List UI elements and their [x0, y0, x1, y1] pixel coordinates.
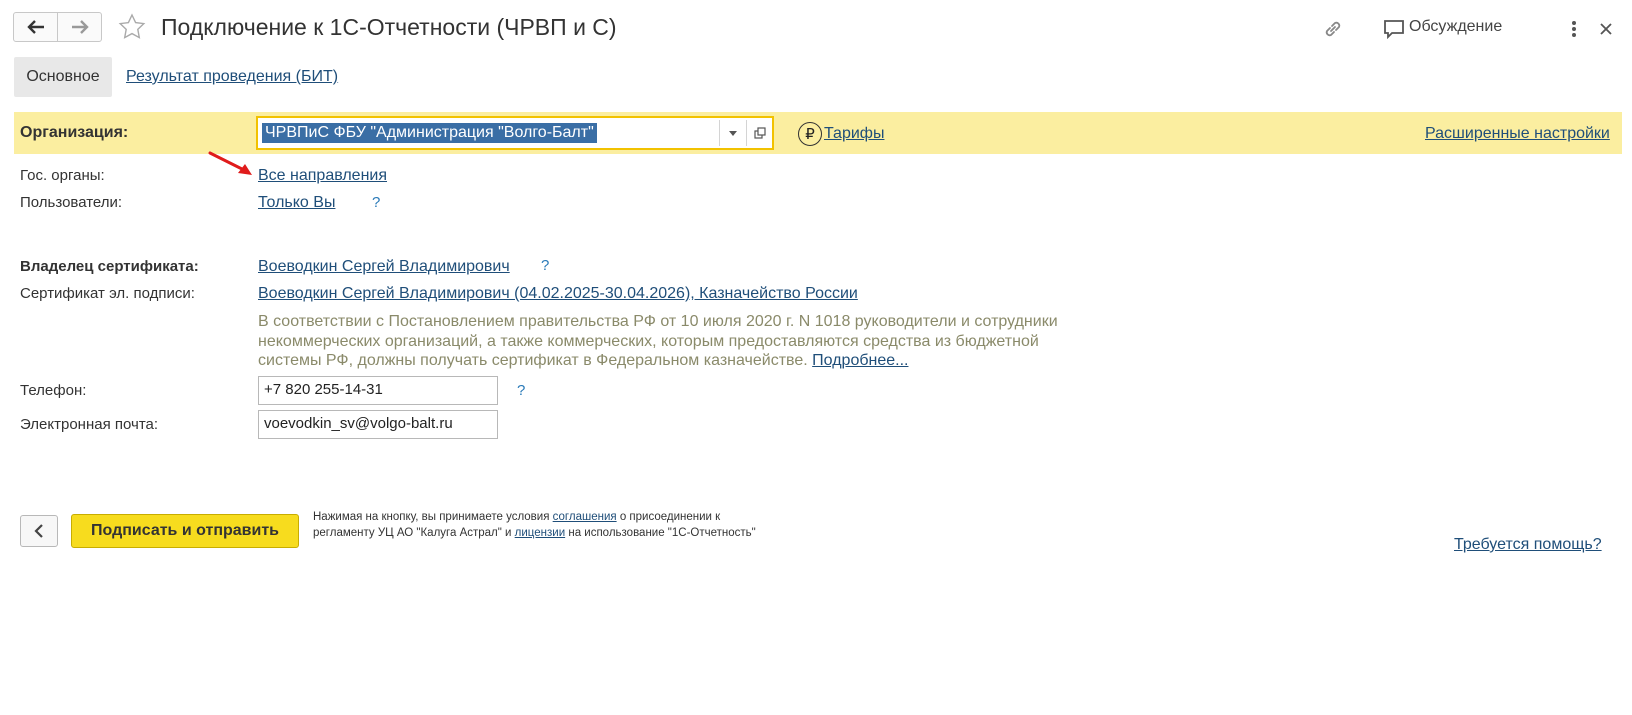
tariffs-link-wrap[interactable]: ₽ Тарифы — [798, 122, 884, 146]
organization-value[interactable]: ЧРВПиС ФБУ "Администрация "Волго-Балт" — [262, 123, 597, 143]
organization-dropdown-button[interactable] — [720, 118, 746, 148]
more-vertical-icon — [1572, 21, 1576, 37]
open-icon — [754, 127, 766, 139]
close-icon — [1600, 23, 1612, 35]
forward-nav-button[interactable] — [57, 13, 101, 41]
close-button[interactable] — [1596, 19, 1616, 39]
gov-bodies-label: Гос. органы: — [20, 167, 105, 184]
cert-owner-link[interactable]: Воеводкин Сергей Владимирович — [258, 258, 510, 276]
sign-and-send-button[interactable]: Подписать и отправить — [71, 514, 299, 548]
users-link[interactable]: Только Вы — [258, 194, 335, 212]
certificate-note-line: В соответствии с Постановлением правител… — [258, 313, 1058, 330]
agreement-link[interactable]: соглашения — [553, 511, 617, 523]
phone-help-icon[interactable]: ? — [517, 382, 525, 399]
agreement-text-part: на использование "1С-Отчетность" — [568, 526, 756, 539]
license-link[interactable]: лицензии — [515, 527, 565, 539]
star-icon — [118, 13, 146, 39]
red-arrow-annotation — [208, 151, 252, 175]
back-nav-button[interactable] — [14, 13, 57, 41]
gov-bodies-link[interactable]: Все направления — [258, 167, 387, 185]
discussion-icon — [1384, 20, 1404, 39]
chevron-left-icon — [34, 524, 43, 538]
arrow-right-icon — [71, 20, 89, 34]
page-title: Подключение к 1С-Отчетности (ЧРВП и С) — [161, 14, 617, 40]
certificate-note: В соответствии с Постановлением правител… — [258, 312, 1108, 371]
tab-main[interactable]: Основное — [14, 57, 112, 97]
tariffs-link[interactable]: Тарифы — [824, 125, 884, 143]
arrow-left-icon — [26, 20, 44, 34]
extended-settings-link[interactable]: Расширенные настройки — [1425, 125, 1610, 143]
ruble-icon: ₽ — [798, 122, 822, 146]
organization-field[interactable]: ЧРВПиС ФБУ "Администрация "Волго-Балт" — [256, 116, 774, 150]
more-info-link[interactable]: Подробнее... — [812, 352, 908, 369]
phone-input[interactable]: +7 820 255-14-31 — [258, 376, 498, 405]
history-nav — [13, 12, 102, 42]
organization-label: Организация: — [20, 124, 129, 141]
agreement-text-part: Нажимая на кнопку, вы принимаете условия — [313, 511, 550, 523]
discussion-button[interactable]: Обсуждение — [1409, 18, 1502, 36]
email-input[interactable]: voevodkin_sv@volgo-balt.ru — [258, 410, 498, 439]
users-label: Пользователи: — [20, 194, 123, 211]
discussion-button-icon-wrap[interactable] — [1382, 17, 1406, 41]
phone-label: Телефон: — [20, 382, 87, 399]
email-label: Электронная почта: — [20, 416, 159, 433]
certificate-note-line: системы РФ, должны получать сертификат в… — [258, 351, 1108, 371]
copy-link-button[interactable] — [1321, 17, 1345, 41]
certificate-note-line: некоммерческих организаций, а также комм… — [258, 332, 1039, 350]
favorite-star-button[interactable] — [118, 13, 146, 41]
certificate-note-text: системы РФ, должны получать сертификат в… — [258, 352, 808, 369]
back-button[interactable] — [20, 515, 58, 547]
organization-open-button[interactable] — [747, 118, 773, 148]
tab-result[interactable]: Результат проведения (БИТ) — [126, 68, 338, 86]
dropdown-icon — [729, 130, 737, 136]
agreement-text: Нажимая на кнопку, вы принимаете условия… — [313, 510, 763, 541]
cert-owner-help-icon[interactable]: ? — [541, 257, 549, 274]
certificate-label: Сертификат эл. подписи: — [20, 285, 195, 302]
users-help-icon[interactable]: ? — [372, 194, 380, 211]
need-help-link[interactable]: Требуется помощь? — [1454, 536, 1602, 554]
more-actions-button[interactable] — [1565, 17, 1583, 41]
cert-owner-label: Владелец сертификата: — [20, 258, 199, 275]
certificate-link[interactable]: Воеводкин Сергей Владимирович (04.02.202… — [258, 285, 858, 303]
link-icon — [1325, 21, 1341, 37]
